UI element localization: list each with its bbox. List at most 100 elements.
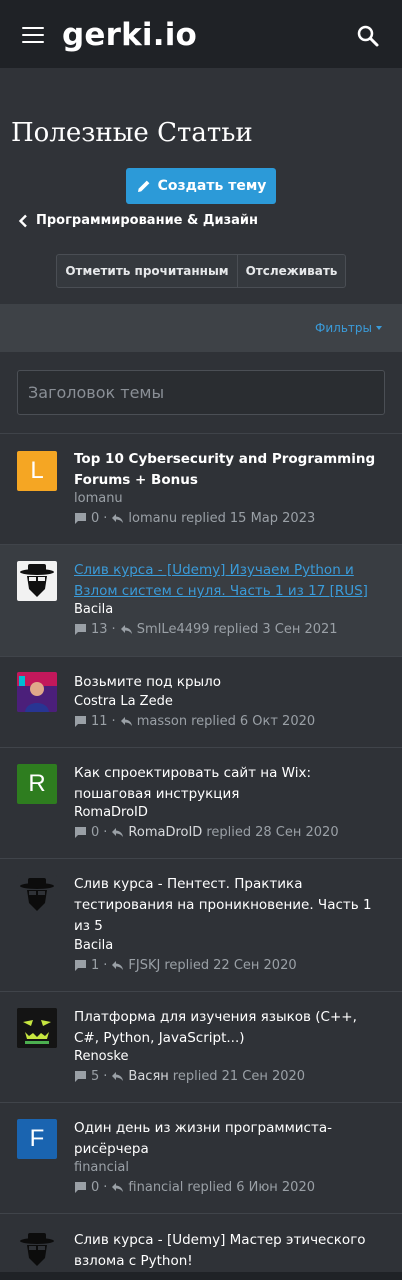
- comment-icon: [75, 513, 86, 524]
- thread-meta: 11 · masson replied 6 Окт 2020: [74, 714, 315, 729]
- thread-row[interactable]: Возьмите под крыло Costra La Zede 11 · m…: [0, 657, 402, 748]
- last-reply-user[interactable]: masson: [137, 714, 187, 729]
- chevron-left-icon: [18, 214, 27, 227]
- thread-author[interactable]: Bacila: [74, 602, 113, 617]
- photo-avatar-icon: [17, 672, 57, 712]
- thread-meta: 0 · RomaDroID replied 28 Сен 2020: [74, 825, 339, 840]
- avatar[interactable]: [17, 875, 57, 915]
- last-reply-user[interactable]: lomanu: [128, 511, 177, 526]
- comment-icon: [75, 960, 86, 971]
- bottom-edge: [0, 1272, 402, 1280]
- thread-row[interactable]: F Один день из жизни программиста-рисёрч…: [0, 1103, 402, 1214]
- filter-bar: Фильтры: [0, 304, 402, 352]
- pumpkin-avatar-icon: [17, 1008, 57, 1048]
- reply-count: 5: [91, 1069, 100, 1084]
- thread-title[interactable]: Слив курса - [Udemy] Изучаем Python и Вз…: [74, 560, 384, 602]
- last-reply-date[interactable]: 21 Сен 2020: [222, 1069, 305, 1084]
- last-reply-user[interactable]: financial: [128, 1180, 183, 1195]
- thread-title[interactable]: Один день из жизни программиста-рисёрчер…: [74, 1118, 384, 1160]
- comment-icon: [75, 827, 86, 838]
- pencil-icon: [137, 180, 149, 192]
- heisenberg-avatar-icon: [17, 1230, 57, 1270]
- thread-author[interactable]: RomaDroID: [74, 805, 148, 820]
- mark-read-button[interactable]: Отметить прочитанным: [57, 255, 238, 287]
- breadcrumb-label: Программирование & Дизайн: [36, 213, 258, 228]
- reply-count: 1: [91, 958, 100, 973]
- create-thread-label: Создать тему: [157, 178, 267, 194]
- last-reply-date[interactable]: 15 Мар 2023: [230, 511, 315, 526]
- reply-icon: [120, 625, 132, 634]
- replied-word: replied: [172, 1069, 218, 1084]
- filters-dropdown[interactable]: Фильтры: [315, 321, 382, 335]
- breadcrumb[interactable]: Программирование & Дизайн: [18, 213, 258, 228]
- thread-meta: 1 · FJSKJ replied 22 Сен 2020: [74, 958, 297, 973]
- search-icon[interactable]: [356, 24, 380, 48]
- reply-icon: [112, 1183, 124, 1192]
- last-reply-user[interactable]: FJSKJ: [128, 958, 160, 973]
- thread-meta: 13 · SmILe4499 replied 3 Сен 2021: [74, 622, 338, 637]
- comment-icon: [75, 716, 86, 727]
- last-reply-date[interactable]: 6 Июн 2020: [236, 1180, 315, 1195]
- thread-title[interactable]: Слив курса - [Udemy] Мастер этического в…: [74, 1230, 384, 1272]
- thread-row[interactable]: Слив курса - [Udemy] Изучаем Python и Вз…: [0, 545, 402, 657]
- top-navigation-bar: gerki.io: [0, 0, 402, 68]
- thread-author[interactable]: lomanu: [74, 491, 123, 506]
- thread-title[interactable]: Как спроектировать сайт на Wix: пошагова…: [74, 763, 384, 805]
- last-reply-user[interactable]: SmILe4499: [137, 622, 210, 637]
- thread-author[interactable]: financial: [74, 1160, 129, 1175]
- page-title: Полезные Статьи: [11, 118, 253, 148]
- replied-word: replied: [181, 511, 226, 526]
- thread-row[interactable]: R Как спроектировать сайт на Wix: пошаго…: [0, 748, 402, 859]
- last-reply-user[interactable]: RomaDroID: [128, 825, 202, 840]
- comment-icon: [75, 624, 86, 635]
- avatar[interactable]: [17, 1230, 57, 1270]
- thread-row[interactable]: Платформа для изучения языков (C++, C#, …: [0, 992, 402, 1103]
- replied-word: replied: [164, 958, 210, 973]
- caret-down-icon: [376, 326, 382, 330]
- thread-title-input[interactable]: [17, 370, 385, 415]
- site-logo[interactable]: gerki.io: [62, 17, 197, 53]
- replied-word: replied: [187, 1180, 233, 1195]
- thread-author[interactable]: Bacila: [74, 938, 113, 953]
- last-reply-user[interactable]: Васян: [128, 1069, 168, 1084]
- menu-icon[interactable]: [22, 27, 44, 43]
- thread-meta: 0 · lomanu replied 15 Мар 2023: [74, 511, 315, 526]
- reply-count: 0: [91, 1180, 100, 1195]
- quick-thread-area: [0, 352, 402, 434]
- comment-icon: [75, 1182, 86, 1193]
- reply-icon: [112, 514, 124, 523]
- avatar[interactable]: R: [17, 764, 57, 804]
- replied-word: replied: [206, 825, 252, 840]
- reply-icon: [112, 961, 124, 970]
- avatar[interactable]: [17, 672, 57, 712]
- watch-button[interactable]: Отслеживать: [238, 255, 345, 287]
- thread-row[interactable]: Слив курса - [Udemy] Мастер этического в…: [0, 1214, 402, 1272]
- last-reply-date[interactable]: 6 Окт 2020: [240, 714, 315, 729]
- reply-icon: [112, 828, 124, 837]
- thread-meta: 0 · financial replied 6 Июн 2020: [74, 1180, 315, 1195]
- avatar[interactable]: F: [17, 1119, 57, 1159]
- thread-row[interactable]: L Top 10 Cybersecurity and Programming F…: [0, 434, 402, 545]
- reply-icon: [112, 1072, 124, 1081]
- avatar[interactable]: [17, 561, 57, 601]
- last-reply-date[interactable]: 3 Сен 2021: [262, 622, 337, 637]
- avatar[interactable]: [17, 1008, 57, 1048]
- create-thread-button[interactable]: Создать тему: [126, 168, 276, 204]
- last-reply-date[interactable]: 22 Сен 2020: [213, 958, 296, 973]
- thread-title[interactable]: Top 10 Cybersecurity and Programming For…: [74, 449, 384, 491]
- heisenberg-avatar-icon: [17, 875, 57, 915]
- thread-meta: 5 · Васян replied 21 Сен 2020: [74, 1069, 305, 1084]
- avatar[interactable]: L: [17, 451, 57, 491]
- thread-author[interactable]: Renoske: [74, 1049, 128, 1064]
- thread-title[interactable]: Возьмите под крыло: [74, 672, 384, 693]
- replied-word: replied: [191, 714, 236, 729]
- last-reply-date[interactable]: 28 Сен 2020: [255, 825, 338, 840]
- thread-actions: Отметить прочитанным Отслеживать: [56, 254, 346, 288]
- comment-icon: [75, 1071, 86, 1082]
- reply-count: 0: [91, 825, 100, 840]
- thread-title[interactable]: Слив курса - Пентест. Практика тестирова…: [74, 874, 384, 937]
- thread-row[interactable]: Слив курса - Пентест. Практика тестирова…: [0, 859, 402, 992]
- reply-count: 11: [91, 714, 108, 729]
- thread-title[interactable]: Платформа для изучения языков (C++, C#, …: [74, 1007, 384, 1049]
- thread-author[interactable]: Costra La Zede: [74, 694, 173, 709]
